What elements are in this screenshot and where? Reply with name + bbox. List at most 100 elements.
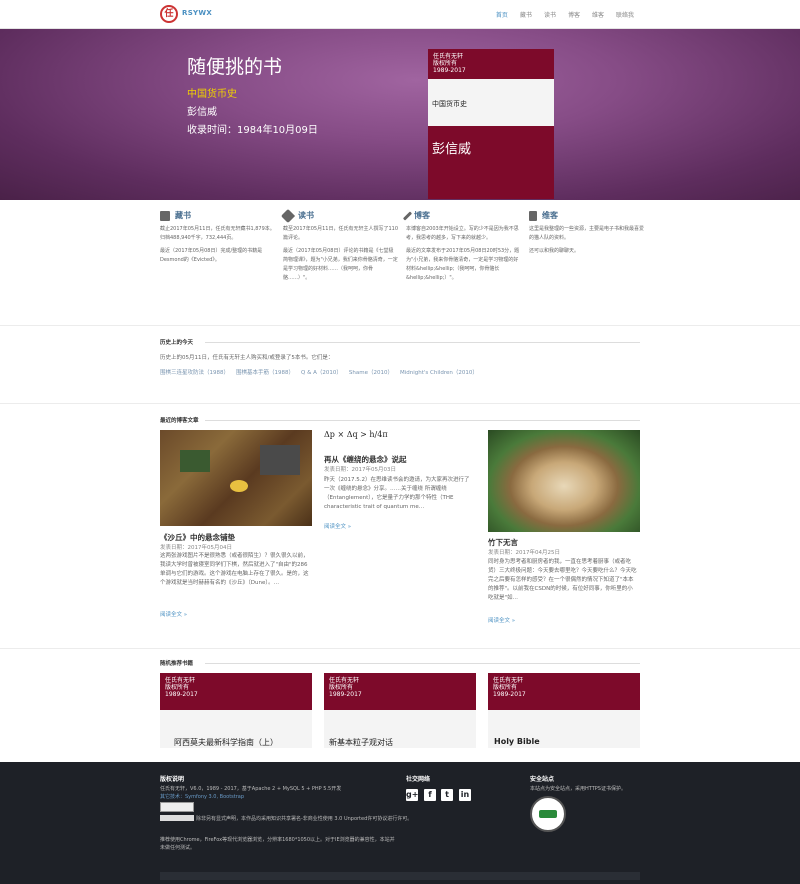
seal-ribbon bbox=[539, 810, 557, 818]
cover-title: 中国货币史 bbox=[428, 79, 554, 126]
article-image-game[interactable] bbox=[160, 430, 312, 526]
history-link[interactable]: 围棋基本手筋（1988） bbox=[236, 368, 294, 376]
feature-title[interactable]: 读书 bbox=[298, 210, 314, 221]
book-card[interactable]: 任氏有无轩 版权所有 1989-2017 新基本粒子观对话 bbox=[324, 673, 476, 748]
twitter-icon[interactable]: t bbox=[441, 789, 453, 801]
footer-security-heading: 安全站点 bbox=[530, 776, 555, 783]
history-links: 围棋三连星攻防法（1988） 围棋基本手筋（1988） Q & A（2010） … bbox=[160, 368, 478, 376]
feature-reading: 读书 截至2017年05月11日，任氏有无轩主人撰写了110篇评论。 最近（20… bbox=[280, 208, 398, 283]
feature-text: 本博客自2003年开始设立。写的少不是因为我不思考，我思考的越多，写下来的就越少… bbox=[406, 226, 519, 241]
article-image-food[interactable] bbox=[488, 430, 640, 532]
nav-item-blog[interactable]: 博客 bbox=[568, 10, 580, 19]
footer-license-text: 除非另有显式声明，本作品均采用知识共享署名-非商业性使用 3.0 Unporte… bbox=[196, 816, 413, 822]
article-formula-image[interactable]: Δp × Δq > h/4π bbox=[324, 430, 476, 450]
cover-copyright: 任氏有无轩 版权所有 1989-2017 bbox=[329, 677, 362, 698]
cover-copyright: 任氏有无轩 版权所有 1989-2017 bbox=[493, 677, 526, 698]
cover-copyright: 任氏有无轩 版权所有 1989-2017 bbox=[433, 53, 466, 74]
game-explosion bbox=[230, 480, 248, 492]
read-more-link[interactable]: 阅读全文 » bbox=[160, 610, 187, 618]
site-footer bbox=[0, 762, 800, 884]
ssl-seal-icon[interactable] bbox=[530, 796, 566, 832]
hero-banner bbox=[0, 29, 800, 200]
feature-text: 最近（2017年05月08日）完成/整理的书籍是Desmond的《Evicted… bbox=[160, 248, 263, 263]
feature-text: 截至2017年05月11日，任氏有无轩主人撰写了110篇评论。 bbox=[283, 226, 398, 241]
history-link[interactable]: 围棋三连星攻防法（1988） bbox=[160, 368, 229, 376]
divider bbox=[0, 403, 800, 404]
footer-bottom-bar bbox=[160, 872, 640, 880]
footer-tech-text: 其它技术：Symfony 3.0, Bootstrap bbox=[160, 794, 245, 800]
feature-title[interactable]: 藏书 bbox=[175, 210, 191, 221]
feature-text: 这里是我整理的一些资源，主要是电子书和我最喜爱的猫人队的资料。 bbox=[529, 226, 645, 241]
clipboard-icon bbox=[529, 210, 537, 221]
footer-version-text: 任氏有无轩，V6.0，1989 - 2017，基于Apache 2 + MySQ… bbox=[160, 786, 342, 792]
pencil-icon bbox=[402, 210, 413, 221]
nav-item-home[interactable]: 首页 bbox=[496, 10, 508, 19]
history-link[interactable]: Q & A（2010） bbox=[301, 368, 342, 376]
article-excerpt: 同时身为思考者和厨房者的我，一直在思考着厨事（或者吃货）三大终极问题：今天要去哪… bbox=[488, 559, 637, 601]
history-text: 历史上的05月11日，任氏有无轩主人购买和/或登录了5本书。它们是： bbox=[160, 355, 334, 361]
history-link[interactable]: Midnight's Children（2010） bbox=[400, 368, 478, 376]
facebook-icon[interactable]: f bbox=[424, 789, 436, 801]
random-books-heading: 随机推荐书籍 bbox=[160, 661, 194, 667]
feature-text: 最近（2017年05月08日）评论的书籍是《七堂极简物理课》，题为"小兄弟，我们… bbox=[283, 248, 398, 281]
article-date: 发表日期：2017年05月04日 bbox=[160, 545, 232, 551]
recent-posts-heading: 最近的博客文章 bbox=[160, 418, 199, 424]
divider bbox=[0, 648, 800, 649]
book-cover: 任氏有无轩 版权所有 1989-2017 bbox=[324, 673, 476, 710]
read-more-link[interactable]: 阅读全文 » bbox=[488, 616, 515, 624]
cc-license-icon[interactable] bbox=[160, 815, 194, 821]
main-menu: 首页 藏书 读书 博客 维客 联络我 bbox=[496, 10, 634, 19]
linkedin-icon[interactable]: in bbox=[459, 789, 471, 801]
book-cover: 任氏有无轩 版权所有 1989-2017 bbox=[160, 673, 312, 710]
game-terrain bbox=[180, 450, 210, 472]
nav-item-collection[interactable]: 藏书 bbox=[520, 10, 532, 19]
heading-rule bbox=[205, 663, 640, 664]
google-plus-icon[interactable]: g+ bbox=[406, 789, 418, 801]
hero-collected-date: 收录时间：1984年10月09日 bbox=[187, 125, 318, 136]
feature-title[interactable]: 维客 bbox=[542, 210, 558, 221]
book-card[interactable]: 任氏有无轩 版权所有 1989-2017 阿西莫夫最新科学指南（上） bbox=[160, 673, 312, 748]
feature-text: 还可以和我的聊聊天。 bbox=[529, 248, 580, 254]
page: 任 RSYWX 首页 藏书 读书 博客 维客 联络我 随便挑的书 中国货币史 彭… bbox=[0, 0, 800, 884]
divider bbox=[0, 325, 800, 326]
nav-item-contact[interactable]: 联络我 bbox=[616, 10, 634, 19]
game-base bbox=[260, 445, 300, 475]
article-date: 发表日期：2017年04月25日 bbox=[488, 550, 560, 556]
nav-item-wiki[interactable]: 维客 bbox=[592, 10, 604, 19]
book-icon bbox=[160, 210, 170, 221]
article-excerpt: 昨天（2017.5.2）在思维读书会的邀请，为大家再次进行了一次《缠绕的悬念》分… bbox=[324, 477, 470, 510]
book-title[interactable]: 新基本粒子观对话 bbox=[329, 737, 393, 748]
article-date: 发表日期：2017年05月03日 bbox=[324, 467, 396, 473]
history-link[interactable]: Shame（2010） bbox=[349, 368, 393, 376]
history-heading: 历史上的今天 bbox=[160, 340, 194, 346]
site-brand[interactable]: RSYWX bbox=[182, 9, 212, 17]
book-title[interactable]: 阿西莫夫最新科学指南（上） bbox=[174, 737, 278, 748]
article-title[interactable]: 再从《缠绕的悬念》说起 bbox=[324, 454, 476, 465]
footer-browser-note: 推荐使用Chrome，FireFox等现代浏览器浏览，分辨率1680*1050以… bbox=[160, 837, 395, 851]
feature-title[interactable]: 博客 bbox=[414, 210, 430, 221]
read-more-link[interactable]: 阅读全文 » bbox=[324, 522, 351, 530]
heading-rule bbox=[205, 342, 640, 343]
nav-item-reading[interactable]: 读书 bbox=[544, 10, 556, 19]
site-logo-icon[interactable]: 任 bbox=[160, 5, 178, 23]
top-navbar: 任 RSYWX 首页 藏书 读书 博客 维客 联络我 bbox=[0, 0, 800, 29]
feature-text: 最近的文章发布于2017年05月08日20时53分，题为"小兄弟，我来你骨骼清奇… bbox=[406, 248, 520, 281]
heading-rule bbox=[205, 420, 640, 421]
hero-book-cover[interactable]: 任氏有无轩 版权所有 1989-2017 中国货币史 彭信威 bbox=[428, 49, 554, 199]
book-card[interactable]: 任氏有无轩 版权所有 1989-2017 Holy Bible bbox=[488, 673, 640, 748]
footer-copyright-heading: 版权说明 bbox=[160, 776, 185, 783]
article-title[interactable]: 竹下无言 bbox=[488, 537, 640, 548]
xhtml-badge-icon[interactable] bbox=[160, 802, 194, 812]
article-excerpt: 这两张游戏图片不是很熟悉（或者很陌生）？很久很久以前，我读大学时曾被寝室同学们下… bbox=[160, 553, 309, 586]
footer-social-heading: 社交网络 bbox=[406, 776, 431, 783]
book-cover: 任氏有无轩 版权所有 1989-2017 bbox=[488, 673, 640, 710]
feature-text: 截止2017年05月11日，任氏有无轩藏书1,879本。归档488,940千字，… bbox=[160, 226, 275, 241]
article-title[interactable]: 《沙丘》中的悬念铺垫 bbox=[160, 532, 312, 543]
hero-author: 彭信威 bbox=[187, 107, 217, 118]
cover-author: 彭信威 bbox=[432, 142, 472, 157]
hero-title: 随便挑的书 bbox=[187, 56, 283, 78]
hero-book-title[interactable]: 中国货币史 bbox=[187, 85, 237, 100]
book-title[interactable]: Holy Bible bbox=[494, 737, 540, 746]
footer-security-text: 本站点为安全站点，采用HTTPS证书保护。 bbox=[530, 786, 626, 792]
feature-collection: 藏书 截止2017年05月11日，任氏有无轩藏书1,879本。归档488,940… bbox=[160, 210, 275, 265]
